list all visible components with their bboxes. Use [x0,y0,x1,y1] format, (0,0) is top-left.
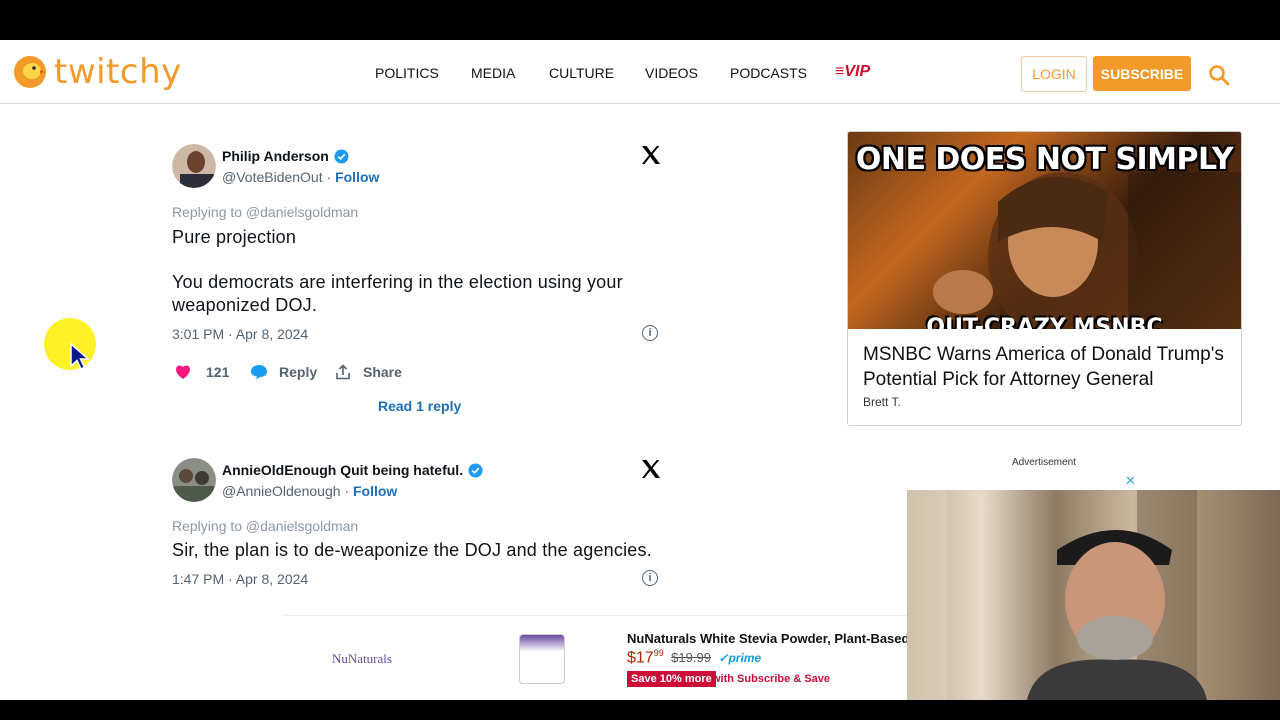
nav-politics[interactable]: POLITICS [375,65,439,81]
tweet-body-line: Pure projection [172,227,297,247]
reply-bubble-icon [251,365,267,380]
avatar[interactable] [172,458,216,502]
tweet-author[interactable]: AnnieOldEnough Quit being hateful. [222,462,483,478]
article-thumbnail[interactable]: ONE DOES NOT SIMPLY OUT-CRAZY MSNBC [848,132,1241,329]
replying-to[interactable]: Replying to @danielsgoldman [172,518,358,534]
info-icon[interactable]: i [642,325,658,341]
embedded-tweet: Philip Anderson @VoteBidenOut · Follow R… [172,144,662,424]
site-header: twitchy POLITICS MEDIA CULTURE VIDEOS PO… [0,40,1280,104]
tweet-timestamp[interactable]: 1:47 PM · Apr 8, 2024 [172,571,308,587]
author-name: AnnieOldEnough Quit being hateful. [222,462,464,478]
embedded-tweet: AnnieOldEnough Quit being hateful. @Anni… [172,458,662,618]
related-article-card[interactable]: ONE DOES NOT SIMPLY OUT-CRAZY MSNBC MSNB… [847,131,1242,426]
product-price: $1799 $19.99 ✓prime [627,648,761,667]
article-title[interactable]: MSNBC Warns America of Donald Trump's Po… [863,342,1233,392]
share-button[interactable]: Share [335,364,402,380]
tweet-handle[interactable]: @AnnieOldenough [222,483,341,499]
subscribe-save-text: with Subscribe & Save [712,673,830,685]
tweet-handle-row: @AnnieOldenough · Follow [222,483,398,499]
logo-text: twitchy [54,52,182,92]
x-logo-icon[interactable] [640,458,662,480]
reply-label: Reply [279,364,318,380]
site-logo[interactable]: twitchy [12,52,182,92]
author-name: Philip Anderson [222,148,329,164]
like-count: 121 [206,364,230,380]
search-icon[interactable] [1208,64,1230,86]
reply-button[interactable]: Reply [250,364,317,380]
nav-media[interactable]: MEDIA [471,65,515,81]
flag-icon: ≡ [835,63,845,80]
tweet-handle[interactable]: @VoteBidenOut [222,169,323,185]
bottom-banner-ad[interactable]: NuNaturals NuNaturals White Stevia Powde… [282,615,907,700]
article-author[interactable]: Brett T. [863,395,901,409]
info-icon[interactable]: i [642,570,658,586]
heart-icon [176,365,190,379]
webcam-video-overlay[interactable] [907,490,1280,700]
price-dollars: $17 [627,649,654,667]
brand-logo[interactable]: NuNaturals [332,651,392,667]
advertisement-label: Advertisement [1012,457,1076,468]
vip-label: VIP [844,63,871,80]
like-button[interactable]: 121 [174,364,229,380]
follow-button[interactable]: Follow [335,169,379,185]
avatar[interactable] [172,144,216,188]
verified-badge-icon [468,462,483,478]
meme-bottom-text: OUT-CRAZY MSNBC [926,315,1163,329]
verified-badge-icon [334,148,349,164]
follow-button[interactable]: Follow [353,483,397,499]
login-button[interactable]: LOGIN [1021,56,1087,92]
page: twitchy POLITICS MEDIA CULTURE VIDEOS PO… [0,40,1280,700]
tweet-handle-row: @VoteBidenOut · Follow [222,169,380,185]
ad-close-icon[interactable]: ✕ [1125,473,1136,489]
tweet-body-line: Sir, the plan is to de-weaponize the DOJ… [172,540,652,560]
nav-culture[interactable]: CULTURE [549,65,614,81]
prime-badge: ✓prime [718,651,762,666]
price-cents: 99 [653,648,664,658]
mouse-pointer-icon [70,342,90,370]
share-label: Share [363,364,402,380]
save-badge: Save 10% more [627,671,716,687]
tweet-timestamp[interactable]: 3:01 PM · Apr 8, 2024 [172,326,308,342]
replying-to[interactable]: Replying to @danielsgoldman [172,204,358,220]
product-image[interactable] [519,634,565,684]
meme-top-text: ONE DOES NOT SIMPLY [855,142,1234,177]
subscribe-button[interactable]: SUBSCRIBE [1093,56,1191,91]
presenter-video-frame [907,490,1207,700]
product-title[interactable]: NuNaturals White Stevia Powder, Plant-Ba… [627,631,907,646]
bird-logo-icon [14,56,46,88]
x-logo-icon[interactable] [640,144,662,166]
old-price: $19.99 [671,650,711,666]
tweet-author[interactable]: Philip Anderson [222,148,349,164]
tweet-body-paragraph: You democrats are interfering in the ele… [172,272,623,315]
nav-vip[interactable]: ≡VIP [835,63,870,81]
read-replies-link[interactable]: Read 1 reply [378,398,461,414]
nav-videos[interactable]: VIDEOS [645,65,698,81]
tweet-actions: 121 Reply Share [172,364,662,384]
nav-podcasts[interactable]: PODCASTS [730,65,807,81]
share-icon [336,364,350,380]
